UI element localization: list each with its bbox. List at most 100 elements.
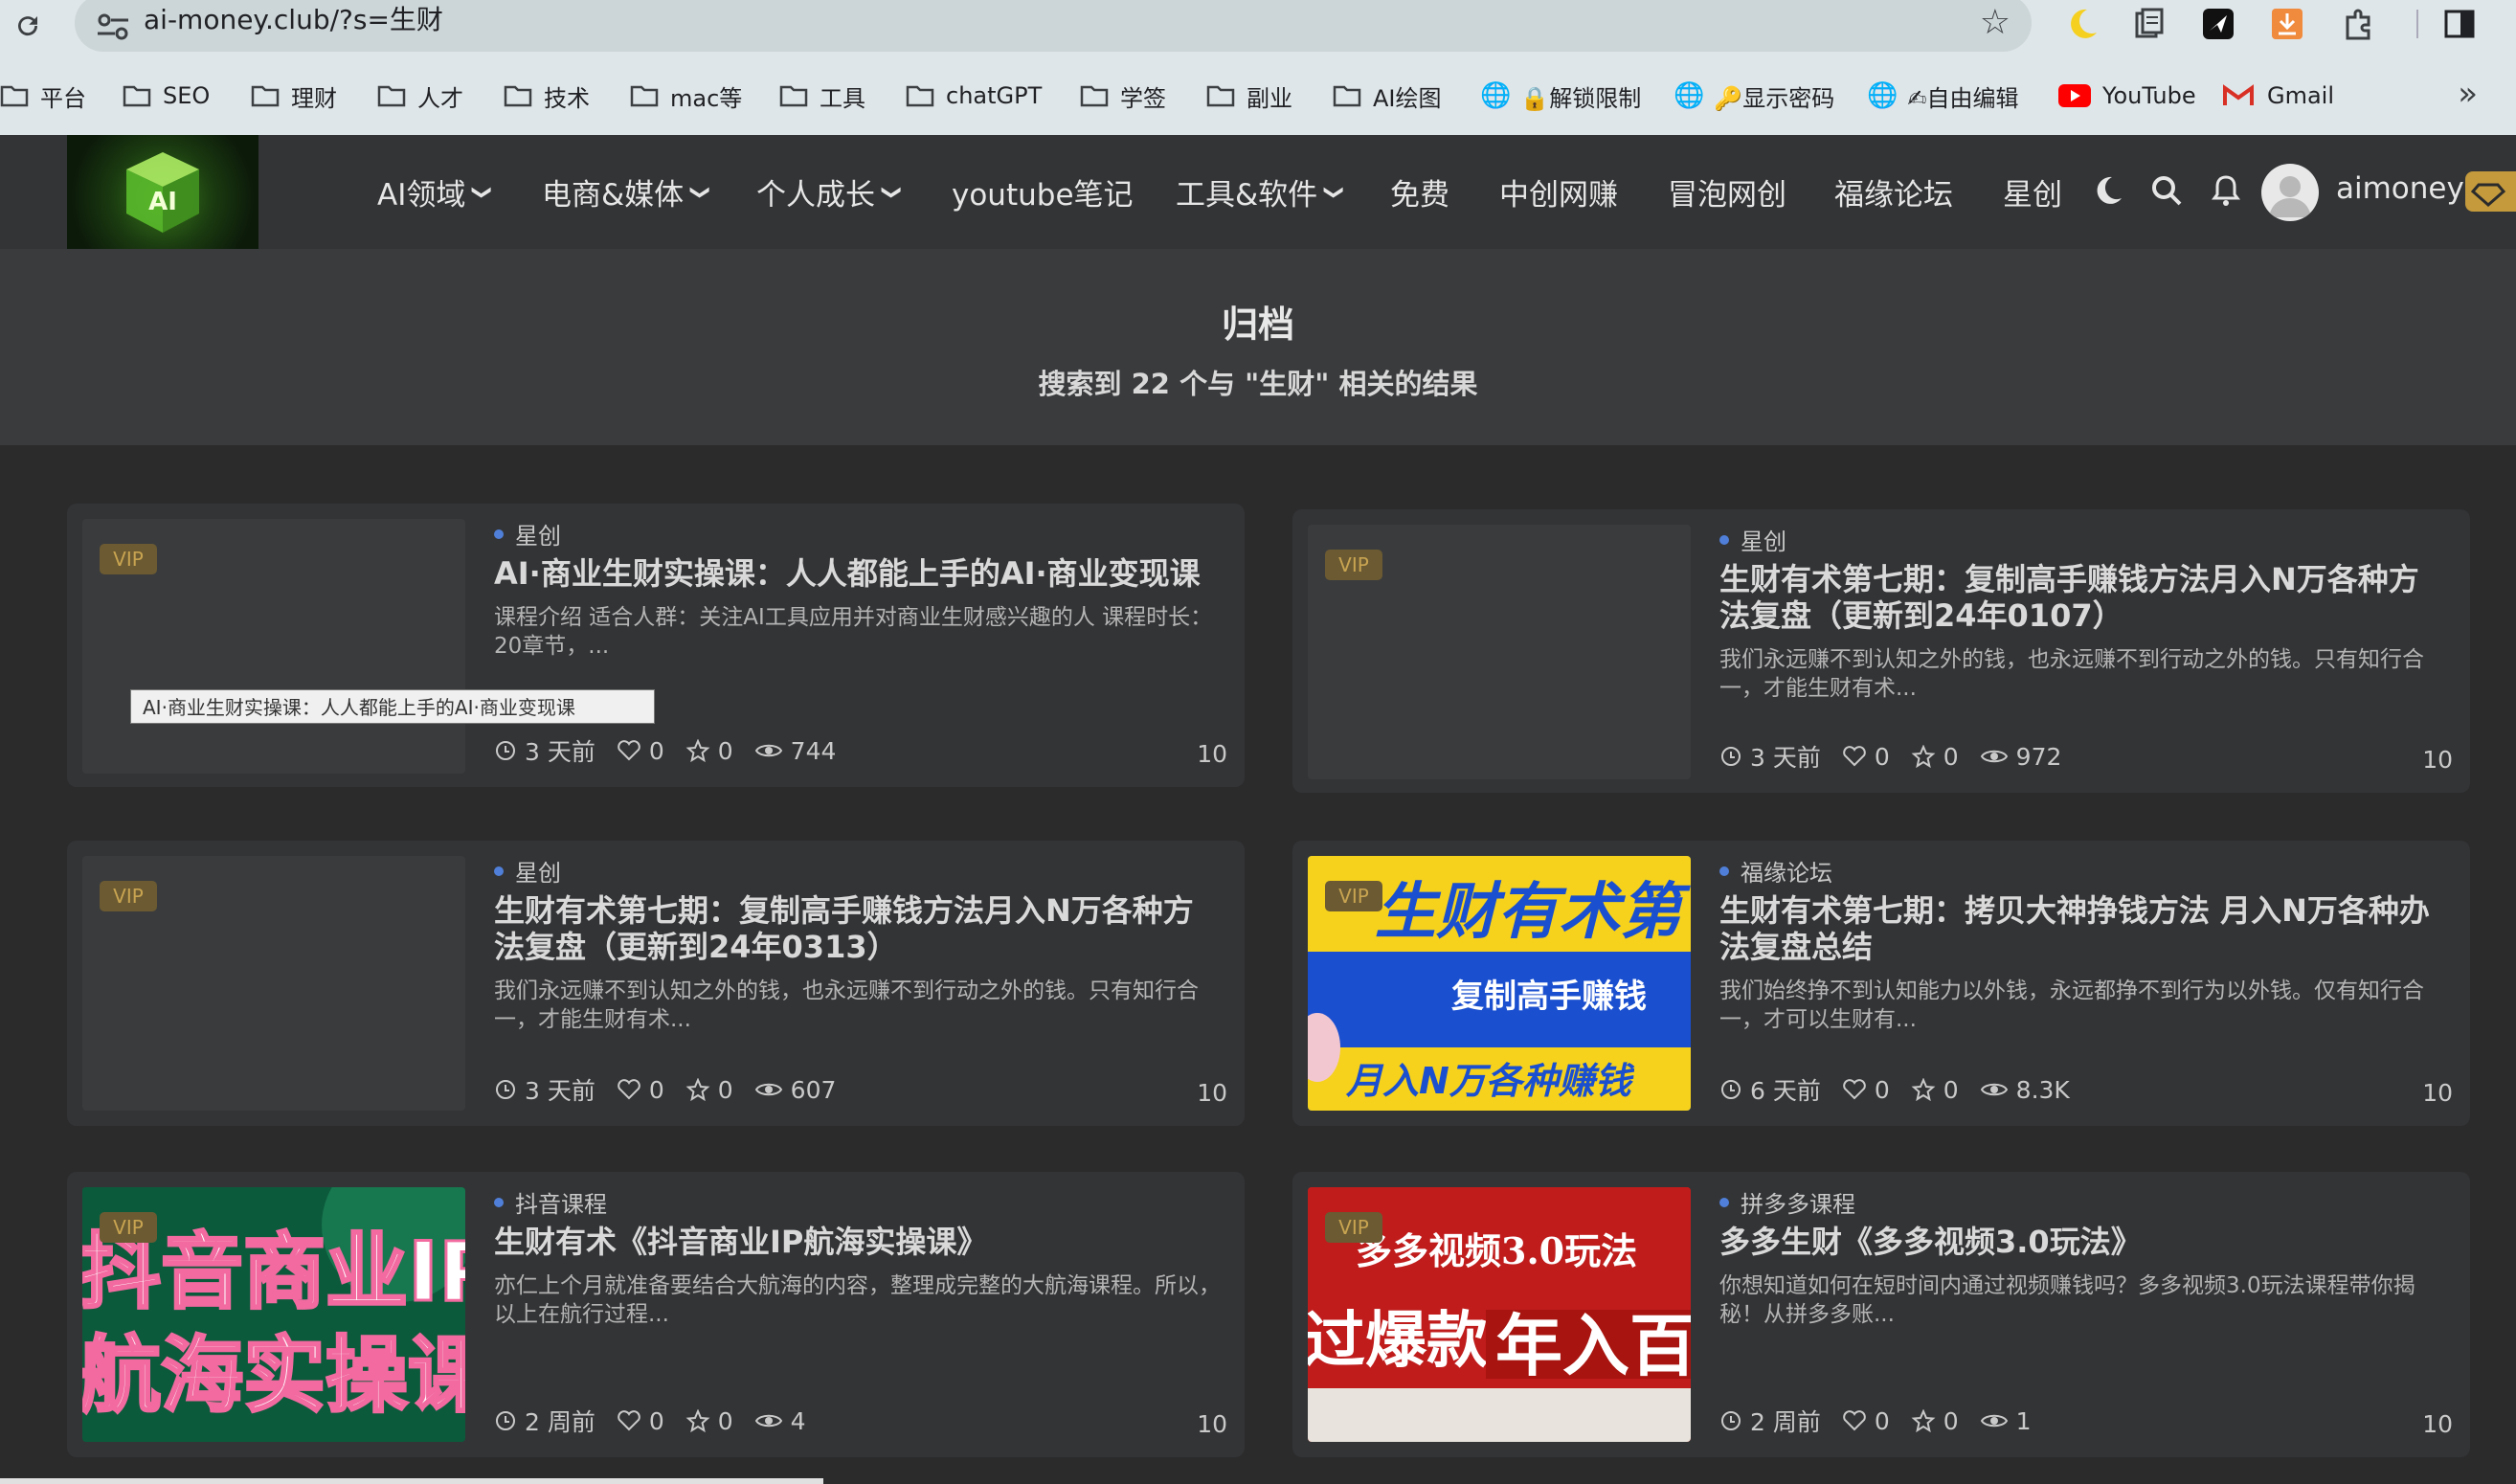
post-card[interactable]: VIP 星创 生财有术第七期：复制高手赚钱方法月入N万各种方法复盘（更新到24年… xyxy=(1292,509,2470,793)
post-card[interactable]: 生财有术第 复制高手赚钱 月入N万各种赚钱 VIP 福缘论坛 生财有术第七期：拷… xyxy=(1292,841,2470,1126)
address-bar[interactable]: ai-money.club/?s=生财 ☆ xyxy=(75,0,2032,52)
post-category[interactable]: 福缘论坛 xyxy=(1719,854,1832,888)
favorite-count[interactable]: 0 xyxy=(1911,743,1959,771)
horizontal-scrollbar[interactable] xyxy=(0,1478,823,1484)
favorite-count[interactable]: 0 xyxy=(1911,1076,1959,1104)
send-extension-icon[interactable] xyxy=(2200,6,2236,42)
like-count[interactable]: 0 xyxy=(617,1076,664,1104)
post-thumbnail[interactable]: 多多视频3.0玩法 过爆款 年入百 VIP xyxy=(1308,1187,1691,1442)
bookmark-folder[interactable]: 人才 xyxy=(377,77,463,115)
nav-item-maopao[interactable]: 冒泡网创 xyxy=(1668,135,1786,249)
like-count[interactable]: 0 xyxy=(1842,1076,1890,1104)
heart-icon xyxy=(618,740,640,761)
moon-extension-icon[interactable] xyxy=(2064,6,2100,42)
post-title[interactable]: 生财有术《抖音商业IP航海实操课》 xyxy=(494,1224,1222,1260)
nav-item-tools[interactable]: 工具&软件 ❯ xyxy=(1176,135,1347,249)
bookmark-folder[interactable]: AI绘图 xyxy=(1333,77,1442,115)
favorite-count[interactable]: 0 xyxy=(685,1076,733,1104)
bookmark-folder[interactable]: 副业 xyxy=(1206,77,1292,115)
bookmark-folder[interactable]: 工具 xyxy=(779,77,865,115)
bookmark-folder[interactable]: 平台 xyxy=(0,77,86,115)
url-text[interactable]: ai-money.club/?s=生财 xyxy=(144,2,443,38)
bookmark-folder[interactable]: SEO xyxy=(123,77,210,115)
bookmark-link[interactable]: 🌐 ✍自由编辑 xyxy=(1867,77,2018,115)
post-thumbnail[interactable]: VIP xyxy=(82,519,465,774)
post-thumbnail[interactable]: 抖音商业IP 航海实操课 VIP xyxy=(82,1187,465,1442)
bookmark-folder[interactable]: 学签 xyxy=(1080,77,1166,115)
nav-item-youtube[interactable]: youtube笔记 xyxy=(952,135,1134,249)
post-card[interactable]: 多多视频3.0玩法 过爆款 年入百 VIP 拼多多课程 多多生财《多多视频3.0… xyxy=(1292,1172,2470,1457)
like-count[interactable]: 0 xyxy=(617,1407,664,1435)
post-category[interactable]: 星创 xyxy=(1719,523,1786,556)
nav-item-fuyuan[interactable]: 福缘论坛 xyxy=(1834,135,1953,249)
vip-button[interactable] xyxy=(2465,171,2516,212)
clock-icon xyxy=(496,741,515,760)
post-title[interactable]: 多多生财《多多视频3.0玩法》 xyxy=(1719,1224,2447,1260)
post-category[interactable]: 拼多多课程 xyxy=(1719,1185,1855,1219)
post-title[interactable]: 生财有术第七期：拷贝大神挣钱方法 月入N万各种办法复盘总结 xyxy=(1719,892,2447,965)
bookmark-folder[interactable]: chatGPT xyxy=(906,77,1042,115)
post-thumbnail[interactable]: VIP xyxy=(82,856,465,1111)
bookmark-link[interactable]: 🌐 🔑显示密码 xyxy=(1674,77,1834,115)
post-category[interactable]: 星创 xyxy=(494,854,561,888)
bookmark-folder[interactable]: 理财 xyxy=(251,77,337,115)
category-label: 星创 xyxy=(515,523,561,550)
time-label: 6 天前 xyxy=(1750,1077,1821,1105)
side-panel-icon[interactable] xyxy=(2441,6,2478,42)
eye-icon xyxy=(1980,750,2008,763)
nav-item-growth[interactable]: 个人成长 ❯ xyxy=(756,135,904,249)
view-count: 8.3K xyxy=(1980,1076,2070,1104)
copy-extension-icon[interactable] xyxy=(2131,6,2168,42)
site-settings-icon[interactable] xyxy=(96,13,130,40)
reload-icon[interactable] xyxy=(13,11,42,40)
bookmark-label: 🔑显示密码 xyxy=(1714,84,1835,112)
post-card[interactable]: 抖音商业IP 航海实操课 VIP 抖音课程 生财有术《抖音商业IP航海实操课》 … xyxy=(67,1172,1245,1457)
folder-icon xyxy=(779,85,808,107)
bookmark-star-icon[interactable]: ☆ xyxy=(1980,3,2011,42)
post-excerpt: 课程介绍 适合人群：关注AI工具应用并对商业生财感兴趣的人 课程时长：20章节，… xyxy=(494,605,1213,659)
thumb-line: 月入N万各种赚钱 xyxy=(1345,1060,1635,1102)
bookmark-label: 🔒解锁限制 xyxy=(1520,84,1642,112)
post-category[interactable]: 星创 xyxy=(494,517,561,551)
folder-icon xyxy=(630,85,659,107)
folder-icon xyxy=(377,85,406,107)
post-time: 3 天前 xyxy=(1719,739,1821,774)
favorite-count[interactable]: 0 xyxy=(685,1407,733,1435)
bookmark-link[interactable]: 🌐 🔒解锁限制 xyxy=(1480,77,1641,115)
post-title[interactable]: 生财有术第七期：复制高手赚钱方法月入N万各种方法复盘（更新到24年0313） xyxy=(494,892,1222,965)
bookmark-link[interactable]: Gmail xyxy=(2223,77,2334,115)
post-time: 6 天前 xyxy=(1719,1072,1821,1107)
post-thumbnail[interactable]: 生财有术第 复制高手赚钱 月入N万各种赚钱 VIP xyxy=(1308,856,1691,1111)
extensions-puzzle-icon[interactable] xyxy=(2340,6,2376,42)
avatar[interactable] xyxy=(2261,164,2319,221)
nav-item-zhongchuang[interactable]: 中创网赚 xyxy=(1499,135,1618,249)
post-thumbnail[interactable]: VIP xyxy=(1308,525,1691,779)
bookmark-link[interactable]: YouTube xyxy=(2058,77,2196,115)
post-points: 10 xyxy=(2422,1410,2453,1438)
nav-item-free[interactable]: 免费 xyxy=(1390,135,1449,249)
nav-item-ai[interactable]: AI领域 ❯ xyxy=(377,135,495,249)
username[interactable]: aimoney xyxy=(2336,171,2464,206)
bookmark-folder[interactable]: 技术 xyxy=(504,77,590,115)
search-icon[interactable] xyxy=(2148,171,2185,210)
post-card[interactable]: VIP 星创 AI·商业生财实操课：人人都能上手的AI·商业变现课 课程介绍 适… xyxy=(67,504,1245,787)
dark-mode-moon-icon[interactable] xyxy=(2089,171,2125,210)
download-extension-icon[interactable] xyxy=(2269,6,2305,42)
like-count[interactable]: 0 xyxy=(1842,743,1890,771)
nav-item-xingchuang[interactable]: 星创 xyxy=(2003,135,2062,249)
favorite-count[interactable]: 0 xyxy=(685,737,733,765)
notification-bell-icon[interactable] xyxy=(2208,171,2244,210)
nav-item-ecommerce[interactable]: 电商&媒体 ❯ xyxy=(542,135,713,249)
post-category[interactable]: 抖音课程 xyxy=(494,1185,607,1219)
like-count[interactable]: 0 xyxy=(617,737,664,765)
post-card[interactable]: VIP 星创 生财有术第七期：复制高手赚钱方法月入N万各种方法复盘（更新到24年… xyxy=(67,841,1245,1126)
nav-label: 个人成长 xyxy=(756,178,875,213)
site-logo[interactable]: AI xyxy=(67,135,258,249)
favorite-count[interactable]: 0 xyxy=(1911,1407,1959,1435)
like-count[interactable]: 0 xyxy=(1842,1407,1890,1435)
logo-text: AI xyxy=(148,188,177,216)
post-title[interactable]: AI·商业生财实操课：人人都能上手的AI·商业变现课 xyxy=(494,555,1222,592)
bookmark-folder[interactable]: mac等 xyxy=(630,77,742,115)
more-bookmarks-icon[interactable]: » xyxy=(2458,75,2478,113)
post-title[interactable]: 生财有术第七期：复制高手赚钱方法月入N万各种方法复盘（更新到24年0107） xyxy=(1719,561,2447,634)
